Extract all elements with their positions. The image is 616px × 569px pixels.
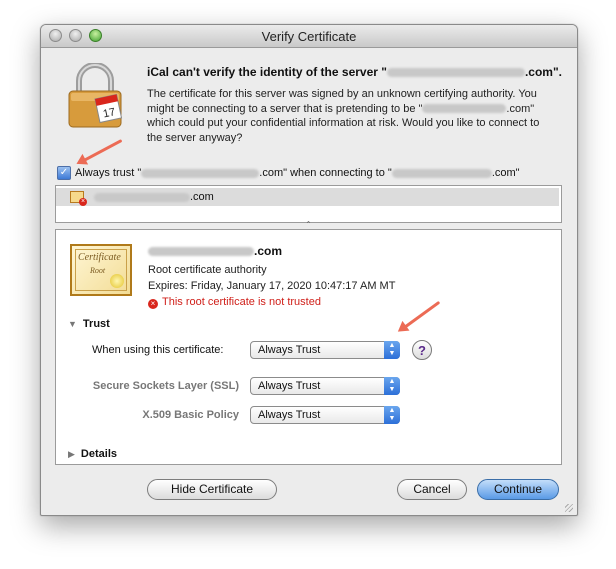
popup-arrows-icon: ▲ ▼: [384, 406, 400, 424]
certificate-status: × This root certificate is not trusted: [148, 296, 321, 309]
x509-popup[interactable]: Always Trust ▲ ▼: [250, 406, 400, 424]
certificate-error-icon: ×: [70, 191, 87, 206]
seal-icon: [110, 274, 124, 288]
always-trust-label: Always trust " .com" when connecting to "…: [75, 167, 520, 179]
certificate-type: Root certificate authority: [148, 264, 267, 276]
certificate-chain-list[interactable]: × .com: [55, 185, 562, 223]
redacted-hostname: [422, 104, 507, 114]
certificate-icon-root: Root: [90, 266, 106, 275]
help-icon[interactable]: ?: [412, 340, 432, 360]
svg-text:17: 17: [102, 106, 116, 120]
redacted-hostname: [386, 68, 525, 78]
when-using-label: When using this certificate:: [92, 344, 224, 356]
verify-certificate-window: Verify Certificate 17 iCal can't verify …: [40, 24, 578, 516]
error-icon: ×: [148, 299, 158, 309]
continue-button[interactable]: Continue: [477, 479, 559, 500]
certificate-name: .com: [148, 244, 282, 258]
dialog-message: The certificate for this server was sign…: [147, 88, 540, 144]
dialog-heading: iCal can't verify the identity of the se…: [147, 65, 562, 79]
certificate-icon-title: Certificate: [78, 252, 121, 263]
disclosure-closed-icon[interactable]: ▶: [68, 449, 75, 460]
popup-arrows-icon: ▲ ▼: [384, 341, 400, 359]
trust-disclosure[interactable]: ▼ Trust: [68, 318, 110, 330]
disclosure-open-icon[interactable]: ▼: [68, 319, 77, 329]
lock-calendar-icon: 17: [68, 63, 123, 128]
when-using-popup[interactable]: Always Trust ▲ ▼: [250, 341, 400, 359]
resize-grip[interactable]: [565, 504, 573, 512]
certificate-detail-pane[interactable]: Certificate Root .com Root certificate a…: [55, 229, 562, 465]
ssl-popup[interactable]: Always Trust ▲ ▼: [250, 377, 400, 395]
hide-certificate-button[interactable]: Hide Certificate: [147, 479, 277, 500]
checkmark-icon[interactable]: ✓: [57, 166, 71, 180]
certificate-icon: Certificate Root: [70, 244, 132, 296]
always-trust-checkbox[interactable]: ✓ Always trust " .com" when connecting to…: [57, 166, 520, 180]
chain-item[interactable]: × .com: [56, 188, 559, 206]
popup-arrows-icon: ▲ ▼: [384, 377, 400, 395]
ssl-label: Secure Sockets Layer (SSL): [92, 380, 239, 392]
details-disclosure[interactable]: ▶ Details: [68, 448, 117, 460]
cancel-button[interactable]: Cancel: [397, 479, 467, 500]
chain-item-label: .com: [190, 191, 214, 203]
title-bar[interactable]: Verify Certificate: [41, 25, 577, 48]
certificate-expiry: Expires: Friday, January 17, 2020 10:47:…: [148, 280, 396, 292]
window-title: Verify Certificate: [261, 29, 357, 44]
splitter-handle[interactable]: ⌃: [55, 221, 562, 229]
x509-label: X.509 Basic Policy: [142, 409, 239, 421]
